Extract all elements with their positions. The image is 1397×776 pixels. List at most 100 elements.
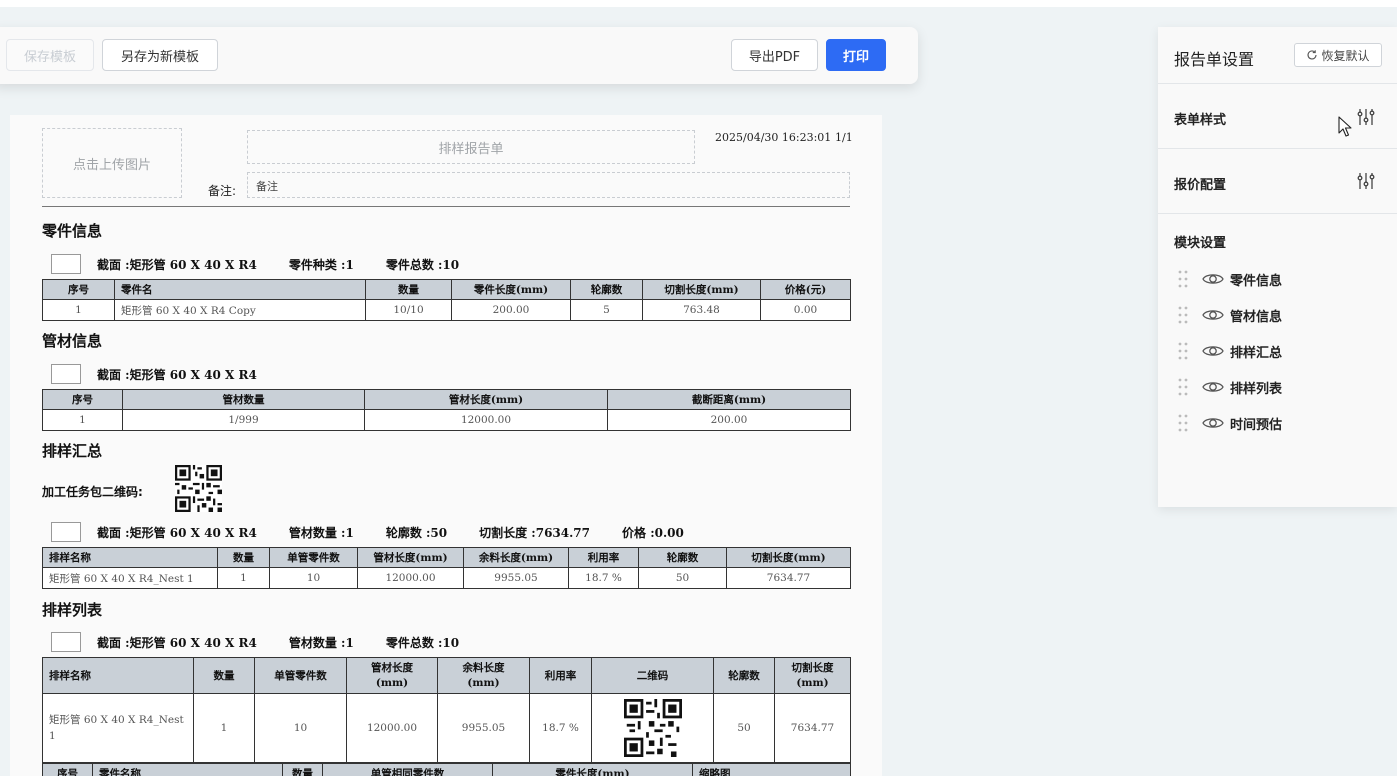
nest-list-meta: 截面 :矩形管 60 X 40 X R4 管材数量 :1 零件总数 :10 [51,632,491,652]
table-cell: 18.7 % [568,567,639,589]
upload-image-box[interactable]: 点击上传图片 [42,128,182,198]
table-header: 价格(元) [760,279,851,300]
drag-handle-icon[interactable] [1178,413,1188,433]
module-item-nest-list[interactable]: 排样列表 [1178,375,1282,399]
nest-qr-cell [591,693,714,763]
parts-thumbnail [51,254,81,274]
reset-default-label: 恢复默认 [1321,48,1370,63]
refresh-icon [1307,50,1318,60]
table-header: 零件长度(mm) [451,279,571,300]
table-cell: 50 [638,567,727,589]
table-header: 利用率 [529,657,592,694]
panel-title: 报告单设置 [1174,50,1255,69]
table-header: 切割长度(mm) [642,279,761,300]
print-button[interactable]: 打印 [826,39,886,71]
drag-handle-icon[interactable] [1178,377,1188,397]
table-header: 数量 [365,279,452,300]
drag-handle-icon[interactable] [1178,305,1188,325]
sliders-icon[interactable] [1356,107,1376,127]
eye-icon[interactable] [1202,379,1224,395]
sliders-icon[interactable] [1356,171,1376,191]
table-cell: 12000.00 [357,567,464,589]
module-label: 零件信息 [1230,273,1283,289]
table-header: 零件长度(mm) [492,763,693,776]
table-header: 切割长度 (mm) [774,657,851,694]
parts-meta-kinds: 零件种类 :1 [288,257,354,272]
table-header: 轮廓数 [713,657,775,694]
reset-default-button[interactable]: 恢复默认 [1294,43,1382,67]
table-cell: 1 [193,693,255,763]
summary-thumbnail [51,522,81,542]
eye-icon[interactable] [1202,271,1224,287]
table-cell: 763.48 [642,299,761,321]
save-as-new-template-button[interactable]: 另存为新模板 [102,39,218,71]
module-label: 管材信息 [1230,309,1283,325]
table-header: 管材数量 [122,389,365,410]
pipes-table: 序号 管材数量 管材长度(mm) 截断距离(mm) 1 1/999 12000.… [42,389,851,431]
table-header: 二维码 [591,657,714,694]
nest-list-thumbnail [51,632,81,652]
remark-input[interactable]: 备注 [247,172,850,198]
top-strip [0,0,1397,7]
pipes-meta: 截面 :矩形管 60 X 40 X R4 [51,364,289,384]
save-template-button[interactable]: 保存模板 [6,39,94,71]
table-row: 1 1/999 12000.00 200.00 [42,409,851,431]
table-cell: 200.00 [607,409,851,431]
table-cell: 10/10 [365,299,452,321]
eye-icon[interactable] [1202,415,1224,431]
module-item-time-estimate[interactable]: 时间预估 [1178,411,1282,435]
drag-handle-icon[interactable] [1178,269,1188,289]
module-label: 时间预估 [1230,417,1283,433]
table-cell: 1/999 [122,409,365,431]
eye-icon[interactable] [1202,307,1224,323]
table-header: 管材长度(mm) [364,389,608,410]
table-header: 余料长度(mm) [463,547,569,568]
table-header: 序号 [42,763,93,776]
table-header: 排样名称 [42,547,218,568]
task-qr-code [175,465,222,512]
nest-list-meta-section: 截面 :矩形管 60 X 40 X R4 [97,635,257,650]
panel-divider [1158,213,1397,214]
table-cell: 10 [269,567,358,589]
table-cell: 1 [42,299,115,321]
report-title-input[interactable]: 排样报告单 [247,130,695,164]
summary-meta-contours: 轮廓数 :50 [385,525,448,540]
report-settings-panel: 报告单设置 恢复默认 表单样式 报价配置 模块设置 零件信息 管材信息 排样汇总… [1158,27,1397,507]
form-style-label[interactable]: 表单样式 [1174,109,1226,128]
nest-parts-subtable: 序号 零件名称 数量 单管相同零件数 零件长度(mm) 缩略图 [42,763,851,776]
table-cell: 12000.00 [346,693,438,763]
table-cell: 1 [42,409,123,431]
pipes-meta-section: 截面 :矩形管 60 X 40 X R4 [97,367,257,382]
panel-divider [1158,148,1397,149]
summary-meta: 截面 :矩形管 60 X 40 X R4 管材数量 :1 轮廓数 :50 切割长… [51,522,716,542]
nest-list-section-title: 排样列表 [42,601,103,619]
table-header: 单管零件数 [254,657,347,694]
parts-meta: 截面 :矩形管 60 X 40 X R4 零件种类 :1 零件总数 :10 [51,254,491,274]
task-qr-label: 加工任务包二维码: [42,485,143,499]
drag-handle-icon[interactable] [1178,341,1188,361]
quote-config-label[interactable]: 报价配置 [1174,174,1226,193]
table-header: 排样名称 [42,657,194,694]
export-pdf-button[interactable]: 导出PDF [731,39,818,71]
table-cell: 9955.05 [437,693,530,763]
summary-meta-pipes: 管材数量 :1 [288,525,354,540]
module-item-parts[interactable]: 零件信息 [1178,267,1282,291]
page-number: 1/1 [835,131,853,144]
table-row: 矩形管 60 X 40 X R4_Nest 1 1 10 12000.00 99… [42,693,851,763]
header-divider [42,206,850,207]
module-item-summary[interactable]: 排样汇总 [1178,339,1282,363]
summary-meta-price: 价格 :0.00 [622,525,684,540]
table-cell: 10 [254,693,347,763]
table-header: 轮廓数 [570,279,643,300]
summary-table: 排样名称 数量 单管零件数 管材长度(mm) 余料长度(mm) 利用率 轮廓数 … [42,547,851,589]
eye-icon[interactable] [1202,343,1224,359]
table-cell: 0.00 [760,299,851,321]
table-cell: 矩形管 60 X 40 X R4 Copy [114,299,366,321]
table-header: 利用率 [568,547,639,568]
table-header: 缩略图 [692,763,851,776]
table-header: 零件名 [114,279,366,300]
module-label: 排样列表 [1230,381,1283,397]
table-cell: 矩形管 60 X 40 X R4_Nest 1 [42,693,194,763]
toolbar: 保存模板 另存为新模板 导出PDF 打印 [0,27,918,84]
module-item-pipes[interactable]: 管材信息 [1178,303,1282,327]
